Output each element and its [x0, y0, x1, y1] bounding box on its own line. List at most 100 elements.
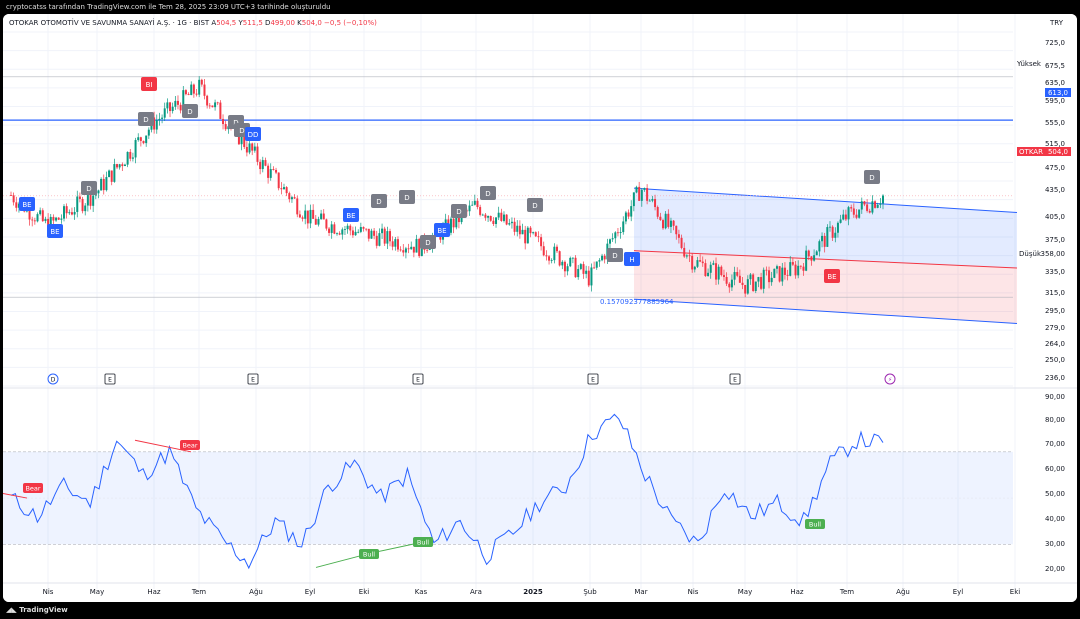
- time-tick: Nis: [43, 588, 54, 596]
- candle-body: [378, 233, 381, 246]
- candle-body: [797, 265, 800, 276]
- candle-body: [725, 276, 728, 284]
- candle-body: [640, 189, 643, 201]
- candle-body: [508, 223, 511, 225]
- time-tick: Haz: [790, 588, 804, 596]
- candle-body: [63, 206, 66, 219]
- candle-body: [312, 209, 315, 219]
- candle-body: [55, 217, 58, 221]
- candle-body: [314, 218, 317, 225]
- tradingview-logo[interactable]: ◢◣ TradingView: [6, 602, 68, 619]
- candle-body: [582, 264, 585, 274]
- price-tick: 725,0: [1045, 39, 1065, 47]
- candle-body: [15, 202, 18, 208]
- candle-body: [495, 217, 498, 224]
- candle-body: [161, 117, 164, 119]
- candle-body: [415, 238, 418, 253]
- candle-body: [108, 170, 111, 178]
- candle-body: [518, 225, 521, 235]
- price-tick: 475,0: [1045, 164, 1065, 172]
- candle-body: [68, 212, 71, 214]
- candle-body: [86, 193, 89, 206]
- candle-body: [577, 268, 580, 278]
- candle-body: [526, 227, 529, 244]
- marker-label: D: [86, 185, 91, 193]
- candle-body: [169, 102, 172, 112]
- chart-canvas[interactable]: 0.157092377885964BEBEDBIDDDDDDBEDDBEDDDD…: [3, 14, 1077, 602]
- candle-body: [259, 161, 262, 170]
- candle-body: [677, 234, 680, 238]
- candle-body: [365, 228, 368, 230]
- price-tick: 315,0: [1045, 289, 1065, 297]
- candle-body: [288, 193, 291, 200]
- candle-body: [100, 178, 103, 191]
- candle-body: [738, 275, 741, 283]
- candle-body: [290, 197, 293, 200]
- chart-panel[interactable]: 0.157092377885964BEBEDBIDDDDDDBEDDBEDDDD…: [3, 14, 1077, 602]
- candle-body: [701, 261, 704, 264]
- candle-body: [370, 230, 373, 239]
- candle-body: [709, 264, 712, 273]
- candle-body: [412, 246, 415, 253]
- candle-body: [571, 257, 574, 259]
- candle-body: [343, 229, 346, 230]
- candle-body: [31, 219, 34, 221]
- candle-body: [744, 284, 747, 294]
- candle-body: [492, 220, 495, 224]
- candle-body: [473, 200, 476, 205]
- price-tick: 635,0: [1045, 79, 1065, 87]
- candle-body: [651, 198, 654, 201]
- candle-body: [489, 215, 492, 221]
- rsi-label-text: Bull: [809, 521, 821, 529]
- candle-body: [863, 201, 866, 205]
- candle-body: [296, 198, 299, 215]
- candle-body: [171, 106, 174, 112]
- candle-body: [741, 282, 744, 285]
- candle-body: [553, 246, 556, 261]
- candle-body: [317, 219, 320, 225]
- price-tick: 358,00: [1041, 250, 1066, 258]
- candle-body: [855, 214, 858, 218]
- candle-body: [826, 227, 829, 247]
- candle-body: [656, 207, 659, 217]
- rsi-tick: 80,00: [1045, 416, 1065, 424]
- candle-body: [10, 195, 12, 196]
- candle-body: [282, 187, 285, 190]
- candle-body: [367, 228, 370, 239]
- candle-body: [786, 274, 789, 276]
- candle-body: [844, 214, 847, 220]
- candle-body: [834, 232, 837, 238]
- rsi-tick: 30,00: [1045, 540, 1065, 548]
- candle-body: [654, 198, 657, 208]
- candle-body: [52, 216, 55, 221]
- candle-body: [44, 218, 47, 222]
- candle-body: [219, 102, 222, 119]
- marker-label: D: [376, 198, 381, 206]
- time-tick: Ağu: [249, 588, 263, 596]
- level-price-tag-text: 613,0: [1048, 89, 1068, 97]
- candle-body: [200, 79, 203, 85]
- candle-body: [810, 256, 813, 261]
- price-tick: 435,0: [1045, 186, 1065, 194]
- candle-body: [426, 249, 429, 251]
- currency-label: TRY: [1049, 19, 1064, 27]
- candle-body: [847, 207, 850, 220]
- candle-body: [166, 102, 169, 109]
- candle-body: [627, 212, 630, 217]
- candle-body: [598, 260, 601, 262]
- candle-body: [211, 105, 214, 108]
- price-tick: 375,0: [1045, 236, 1065, 244]
- ticker-tag-text: OTKAR: [1019, 148, 1043, 156]
- candle-body: [402, 250, 405, 253]
- candle-body: [285, 187, 288, 194]
- candle-body: [688, 255, 691, 257]
- candle-body: [662, 220, 665, 229]
- candle-body: [404, 248, 407, 253]
- candle-body: [876, 204, 879, 208]
- candle-body: [163, 108, 166, 118]
- time-tick: Eki: [359, 588, 369, 596]
- candle-body: [831, 226, 834, 238]
- candle-body: [60, 218, 63, 220]
- candle-body: [693, 266, 696, 270]
- time-tick: Tem: [191, 588, 206, 596]
